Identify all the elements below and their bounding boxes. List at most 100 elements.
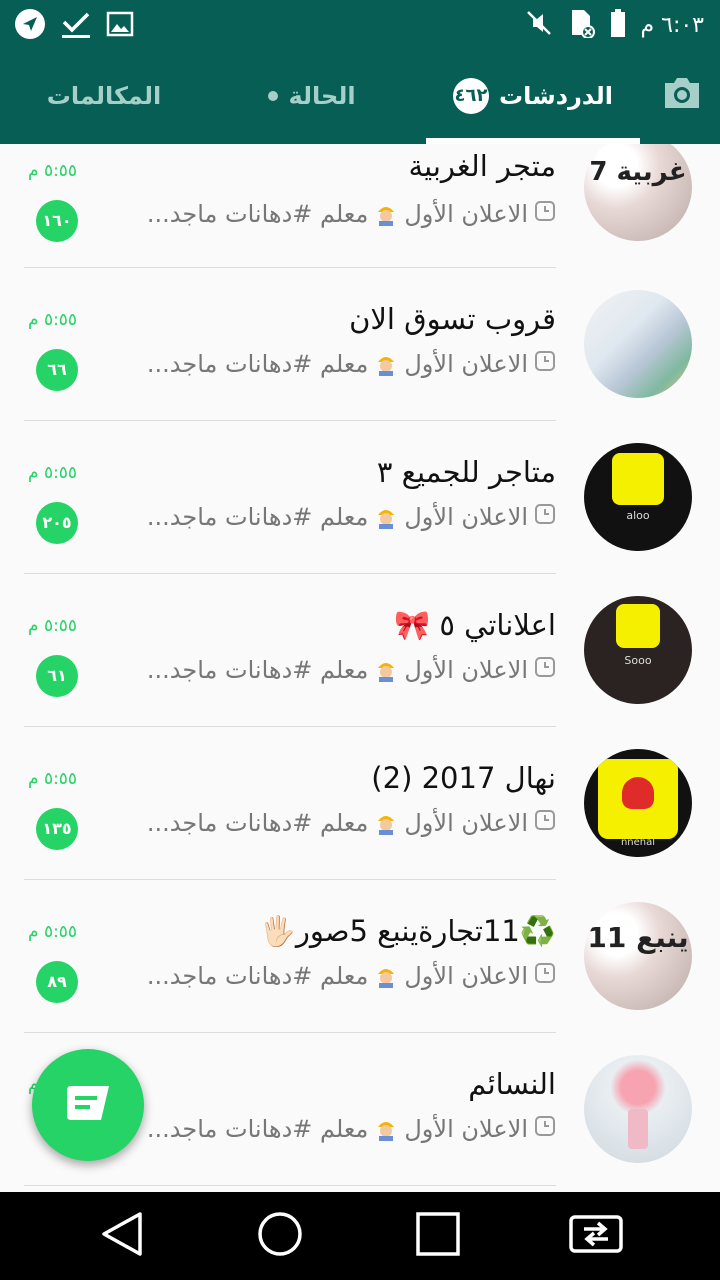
preview-author: الاعلان الأول [404,1115,528,1143]
status-time: ٦:٠٣ م [640,12,705,38]
chats-unread-badge: ٤٦٢ [453,78,490,114]
chat-name: اعلاناتي ٥ 🎀 [394,608,556,642]
chat-name: متجر الغربية [408,149,556,183]
navigation-bar [0,1192,720,1280]
status-bar: ٦:٠٣ م [0,0,720,48]
camera-tab[interactable] [652,48,712,144]
preview-text: معلم #دهانات ماجد... [146,809,369,837]
new-chat-button[interactable] [32,1049,144,1161]
unread-count: ٢٠٥ [36,502,78,544]
chat-avatar [584,1055,692,1163]
back-button[interactable] [92,1210,152,1262]
unread-count: ٦٦ [36,349,78,391]
chat-avatar: 7 غربية [584,144,692,241]
chat-name: قروب تسوق الان [349,302,556,336]
chat-row[interactable]: nnehal نهال 2017 (2) الاعلان الأول معلم … [0,727,720,880]
clock-icon [534,962,556,990]
chat-preview: الاعلان الأول معلم #دهانات ماجد... [147,350,556,378]
worker-icon [374,811,398,835]
rotate-screen-button[interactable] [566,1210,626,1262]
clock-icon [534,656,556,684]
clock-icon [534,350,556,378]
preview-text: معلم #دهانات ماجد... [146,656,369,684]
chat-preview: الاعلان الأول معلم #دهانات ماجد... [147,503,556,531]
chat-preview: الاعلان الأول معلم #دهانات ماجد... [147,809,556,837]
chat-time: ٥:٥٥ م [28,161,78,181]
home-button[interactable] [250,1210,310,1262]
tab-calls[interactable]: المكالمات [24,48,184,144]
preview-author: الاعلان الأول [404,350,528,378]
camera-icon [661,75,703,117]
chat-list: 7 غربية متجر الغربية الاعلان الأول معلم … [0,144,720,1192]
clock-icon [534,503,556,531]
tab-status[interactable]: الحالة [232,48,392,144]
worker-icon [374,964,398,988]
status-dot-icon [268,91,279,101]
chat-avatar: nnehal [584,749,692,857]
status-icons-right: ٦:٠٣ م [525,8,705,42]
chat-time: ٥:٥٥ م [28,769,78,789]
avatar-label: 11 ينبع [587,921,689,954]
chat-row[interactable]: 7 غربية متجر الغربية الاعلان الأول معلم … [0,144,720,260]
chat-time: ٥:٥٥ م [28,922,78,942]
recents-icon [415,1211,461,1261]
mute-icon [525,9,553,41]
recents-button[interactable] [408,1210,468,1262]
chat-preview: الاعلان الأول معلم #دهانات ماجد... [147,962,556,990]
preview-author: الاعلان الأول [404,962,528,990]
preview-text: معلم #دهانات ماجد... [146,503,369,531]
tab-chats[interactable]: الدردشات ٤٦٢ [426,48,640,144]
preview-author: الاعلان الأول [404,656,528,684]
avatar-label: Sooo [624,654,652,667]
download-done-icon [60,8,92,44]
chat-avatar: aloo [584,443,692,551]
chat-preview: الاعلان الأول معلم #دهانات ماجد... [147,1115,556,1143]
home-icon [256,1210,304,1262]
unread-count: ٦١ [36,655,78,697]
battery-icon [609,8,627,42]
send-icon [14,8,46,44]
tab-calls-label: المكالمات [46,82,162,110]
preview-text: معلم #دهانات ماجد... [146,200,369,228]
chat-preview: الاعلان الأول معلم #دهانات ماجد... [147,656,556,684]
worker-icon [374,352,398,376]
status-icons-left [14,8,134,44]
unread-count: ٨٩ [36,961,78,1003]
chat-name: متاجر للجميع ٣ [376,455,556,489]
chat-row[interactable]: aloo متاجر للجميع ٣ الاعلان الأول معلم #… [0,421,720,574]
preview-text: معلم #دهانات ماجد... [146,350,369,378]
chat-avatar [584,290,692,398]
chat-row[interactable]: قروب تسوق الان الاعلان الأول معلم #دهانا… [0,268,720,421]
chat-row[interactable]: 11 ينبع ♻️11تجارةينبع 5صور🖐🏻 الاعلان الأ… [0,880,720,1033]
clock-icon [534,1115,556,1143]
chat-name: نهال 2017 (2) [371,761,556,795]
preview-author: الاعلان الأول [404,200,528,228]
chat-avatar: 11 ينبع [584,902,692,1010]
avatar-label: aloo [626,509,650,522]
message-icon [65,1086,111,1124]
worker-icon [374,1117,398,1141]
preview-text: معلم #دهانات ماجد... [146,962,369,990]
clock-icon [534,200,556,228]
chat-divider [24,1185,556,1186]
chat-time: ٥:٥٥ م [28,616,78,636]
chat-name: النسائم [468,1067,556,1101]
worker-icon [374,202,398,226]
preview-author: الاعلان الأول [404,809,528,837]
rotate-screen-icon [568,1214,624,1258]
avatar-label: 7 غربية [589,157,687,187]
clock-icon [534,809,556,837]
chat-name: ♻️11تجارةينبع 5صور🖐🏻 [259,914,556,948]
chat-avatar: Sooo [584,596,692,704]
chat-row[interactable]: Sooo اعلاناتي ٥ 🎀 الاعلان الأول معلم #ده… [0,574,720,727]
image-icon [106,10,134,42]
tab-status-label: الحالة [288,82,356,110]
preview-author: الاعلان الأول [404,503,528,531]
avatar-label: nnehal [620,837,656,848]
chat-time: ٥:٥٥ م [28,310,78,330]
chat-time: ٥:٥٥ م [28,463,78,483]
chat-preview: الاعلان الأول معلم #دهانات ماجد... [147,200,556,228]
back-icon [100,1210,144,1262]
tab-chats-label: الدردشات [499,82,613,110]
unread-count: ١٣٥ [36,808,78,850]
